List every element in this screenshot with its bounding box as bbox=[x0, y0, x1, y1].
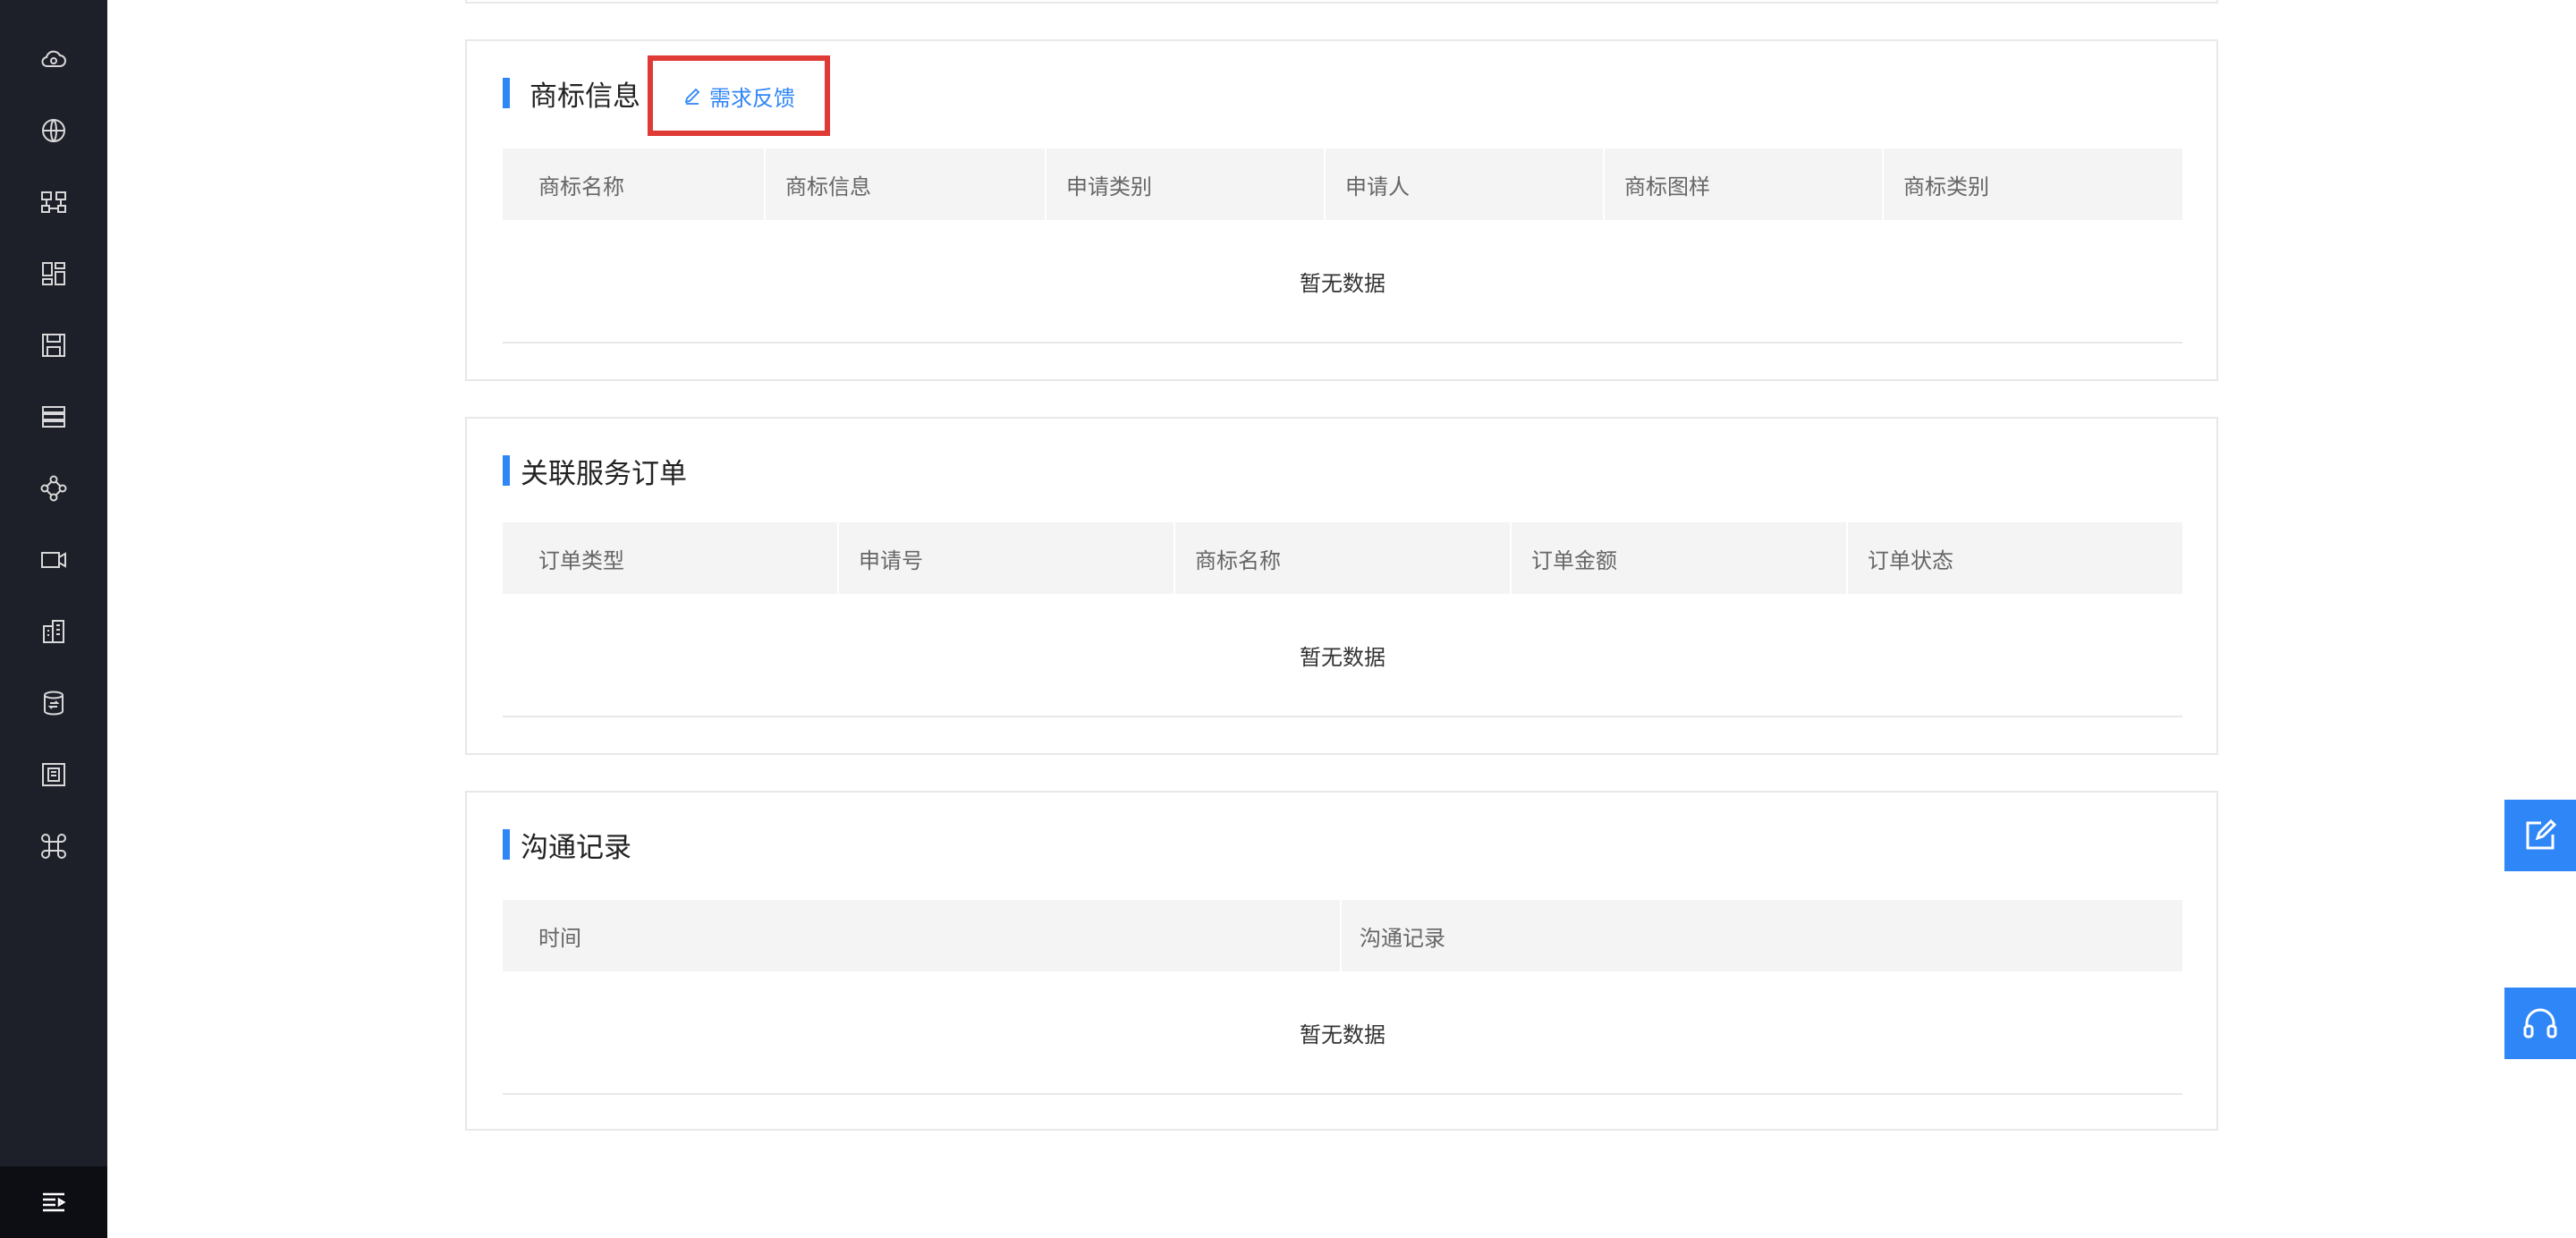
column-header: 商标类别 bbox=[1903, 174, 1989, 199]
sidebar-item-cloud[interactable] bbox=[0, 32, 107, 86]
sidebar-item-frame[interactable] bbox=[0, 748, 107, 801]
column-header: 时间 bbox=[503, 900, 1342, 971]
previous-card-edge bbox=[465, 0, 2218, 4]
trademark-table-header: 商标名称 商标信息 申请类别 申请人 商标图样 商标类别 bbox=[503, 148, 2182, 220]
column-header: 商标名称 bbox=[503, 148, 766, 220]
sidebar-item-dashboard[interactable] bbox=[0, 247, 107, 301]
trademark-table: 商标名称 商标信息 申请类别 申请人 商标图样 商标类别 暂无数据 bbox=[503, 148, 2182, 343]
title-accent-bar bbox=[503, 78, 510, 108]
orders-table-header: 订单类型 申请号 商标名称 订单金额 订单状态 bbox=[503, 522, 2182, 594]
sidebar-collapse-button[interactable] bbox=[0, 1166, 107, 1238]
feedback-label: 需求反馈 bbox=[709, 85, 795, 111]
orders-title: 关联服务订单 bbox=[503, 454, 687, 490]
column-header: 订单类型 bbox=[503, 522, 839, 594]
command-icon bbox=[41, 834, 66, 859]
communication-card: 沟通记录 时间 沟通记录 暂无数据 bbox=[465, 791, 2218, 1131]
column-header: 申请人 bbox=[1326, 148, 1605, 220]
save-icon bbox=[42, 334, 65, 357]
sidebar-item-video[interactable] bbox=[0, 533, 107, 587]
list-icon bbox=[42, 406, 65, 428]
frame-icon bbox=[42, 763, 65, 786]
title-accent-bar bbox=[503, 455, 510, 486]
floating-support-button[interactable] bbox=[2504, 988, 2576, 1059]
sidebar-item-globe[interactable] bbox=[0, 104, 107, 157]
floating-edit-button[interactable] bbox=[2504, 800, 2576, 871]
title-accent-bar bbox=[503, 829, 510, 860]
trademark-card: 商标信息 需求反馈 商标名称 商标信息 申请类别 申请人 商标图样 商标类别 暂… bbox=[465, 39, 2218, 381]
sidebar-item-command[interactable] bbox=[0, 819, 107, 873]
orders-title-text: 关联服务订单 bbox=[521, 457, 687, 490]
sidebar-item-database[interactable] bbox=[0, 676, 107, 730]
orders-card: 关联服务订单 订单类型 申请号 商标名称 订单金额 订单状态 暂无数据 bbox=[465, 417, 2218, 755]
empty-state: 暂无数据 bbox=[503, 971, 2182, 1095]
sidebar-item-flow[interactable] bbox=[0, 175, 107, 229]
column-header: 订单金额 bbox=[1512, 522, 1848, 594]
communication-title: 沟通记录 bbox=[503, 828, 631, 864]
sidebar-item-list[interactable] bbox=[0, 390, 107, 444]
building-icon bbox=[43, 620, 64, 643]
feedback-button[interactable]: 需求反馈 bbox=[648, 55, 830, 136]
column-header: 订单状态 bbox=[1868, 547, 1953, 573]
empty-state: 暂无数据 bbox=[503, 594, 2182, 717]
video-icon bbox=[41, 552, 66, 568]
cloud-icon bbox=[41, 50, 66, 67]
communication-title-text: 沟通记录 bbox=[521, 831, 631, 864]
menu-collapse-icon bbox=[43, 1192, 66, 1212]
dashboard-icon bbox=[42, 262, 65, 285]
sidebar-item-save[interactable] bbox=[0, 318, 107, 372]
trademark-title: 商标信息 bbox=[503, 77, 640, 113]
column-header: 申请类别 bbox=[1046, 148, 1326, 220]
edit-icon bbox=[2526, 818, 2557, 850]
column-header: 商标信息 bbox=[766, 148, 1046, 220]
sidebar-item-network[interactable] bbox=[0, 462, 107, 515]
column-header: 沟通记录 bbox=[1360, 925, 1445, 951]
column-header: 商标名称 bbox=[1175, 522, 1512, 594]
edit-pen-icon bbox=[684, 88, 700, 105]
database-icon bbox=[44, 691, 64, 716]
network-icon bbox=[40, 475, 67, 502]
communication-table-header: 时间 沟通记录 bbox=[503, 900, 2182, 971]
sidebar-item-building[interactable] bbox=[0, 605, 107, 658]
globe-icon bbox=[42, 119, 65, 142]
communication-table: 时间 沟通记录 暂无数据 bbox=[503, 900, 2182, 1095]
flow-icon bbox=[41, 191, 66, 213]
column-header: 商标图样 bbox=[1605, 148, 1884, 220]
trademark-title-text: 商标信息 bbox=[530, 80, 640, 113]
orders-table: 订单类型 申请号 商标名称 订单金额 订单状态 暂无数据 bbox=[503, 522, 2182, 717]
headset-icon bbox=[2523, 1008, 2557, 1039]
empty-state: 暂无数据 bbox=[503, 220, 2182, 343]
sidebar bbox=[0, 0, 107, 1238]
column-header: 申请号 bbox=[839, 522, 1175, 594]
